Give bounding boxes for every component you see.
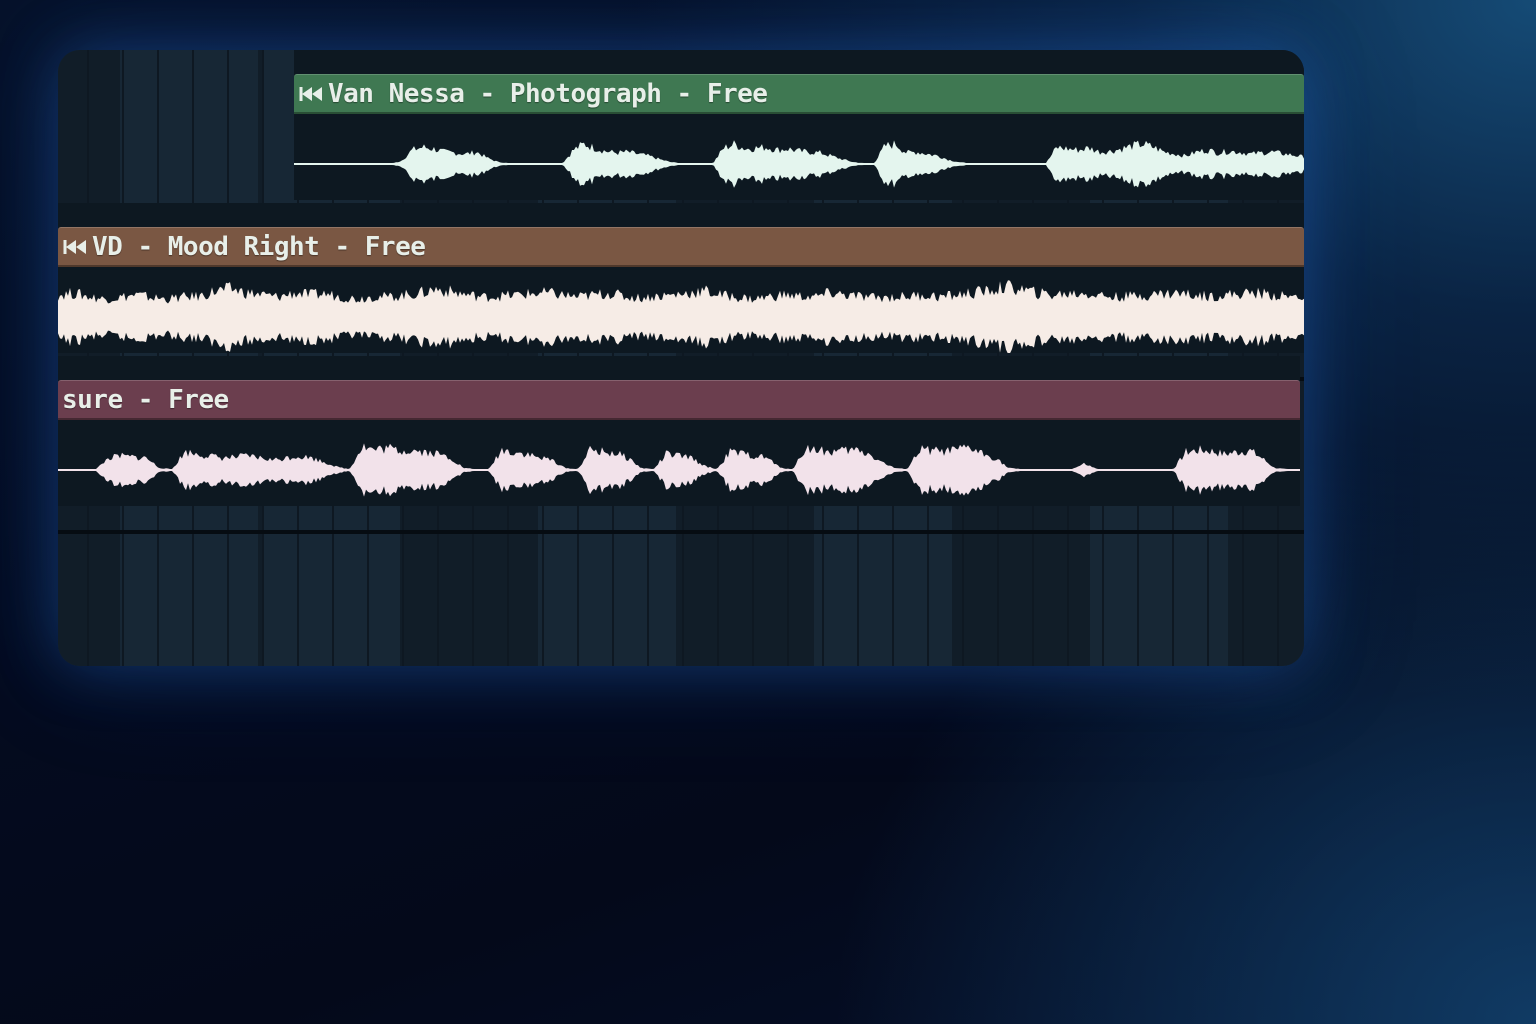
waveform-shape [294,140,1304,188]
clip-name: VD - Mood Right - Free [92,231,426,262]
track-lane-3: sure - Free [58,356,1304,506]
waveform-shape [58,280,1304,353]
audio-clip-3[interactable]: sure - Free [58,356,1300,506]
clip-header[interactable]: Van Nessa - Photograph - Free [294,74,1304,114]
waveform-graphic [294,140,1304,188]
clip-header[interactable]: sure - Free [58,380,1300,420]
clip-name: Van Nessa - Photograph - Free [328,78,768,109]
audio-clip-icon [299,86,322,101]
waveform-shape [58,443,1300,497]
waveform [294,116,1304,200]
waveform-graphic [58,443,1300,497]
track-lane-1: Van Nessa - Photograph - Free [58,50,1304,200]
clip-name: sure - Free [62,384,229,415]
playlist-window: Van Nessa - Photograph - Free VD - Mood … [58,50,1304,666]
audio-clip-1[interactable]: Van Nessa - Photograph - Free [294,50,1304,200]
waveform [58,269,1304,353]
waveform-graphic [58,280,1304,353]
audio-clip-2[interactable]: VD - Mood Right - Free [58,203,1304,353]
track-lane-2: VD - Mood Right - Free [58,203,1304,353]
waveform [58,422,1300,506]
audio-clip-icon [63,239,86,254]
lane-divider [58,530,1304,534]
clip-header[interactable]: VD - Mood Right - Free [58,227,1304,267]
